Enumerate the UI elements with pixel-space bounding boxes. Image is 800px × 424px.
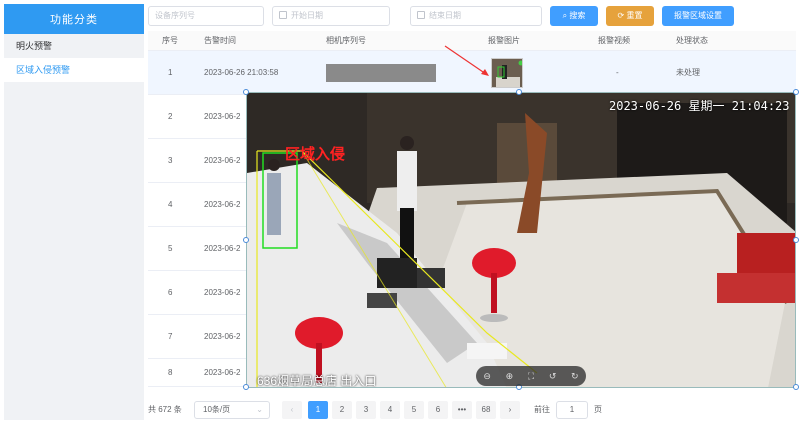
camera-caption: 636烟草局总店 出入口 [257, 374, 377, 388]
page-button[interactable]: 6 [428, 401, 448, 419]
zoom-in-icon[interactable]: ⊕ [506, 371, 514, 382]
resize-handle[interactable] [243, 89, 249, 95]
resize-handle[interactable] [793, 384, 799, 390]
resize-handle[interactable] [243, 384, 249, 390]
page-size-select[interactable]: 10条/页 ⌄ [194, 401, 270, 419]
page-button[interactable]: 1 [308, 401, 328, 419]
resize-handle[interactable] [516, 89, 522, 95]
pagination: 共 672 条 10条/页 ⌄ ‹ 1 2 3 4 5 6 ••• 68 › 前… [148, 401, 798, 421]
page-button[interactable]: 2 [332, 401, 352, 419]
goto-suffix: 页 [594, 405, 602, 414]
page-button[interactable]: 4 [380, 401, 400, 419]
app: 功能分类 明火预警 区域入侵预警 设备序列号 开始日期 结束日期 ⌕ 搜索 ⟳ … [0, 0, 800, 424]
resize-handle[interactable] [793, 237, 799, 243]
intrusion-alert-label: 区域入侵 [285, 146, 346, 163]
page-button[interactable]: 3 [356, 401, 376, 419]
rotate-left-icon[interactable]: ↺ [549, 371, 557, 382]
goto-page-input[interactable]: 1 [556, 401, 588, 419]
next-page-button[interactable]: › [500, 401, 520, 419]
rotate-right-icon[interactable]: ↻ [571, 371, 579, 382]
video-timestamp: 2023-06-26 星期一 21:04:23 [609, 99, 790, 113]
page-button[interactable]: 5 [404, 401, 424, 419]
goto-prefix: 前往 [534, 405, 550, 414]
page-size-value: 10条/页 [203, 405, 231, 414]
surveillance-image [247, 93, 795, 387]
resize-handle[interactable] [243, 237, 249, 243]
zoom-out-icon[interactable]: ⊖ [483, 371, 491, 382]
resize-handle[interactable] [793, 89, 799, 95]
alert-image-preview[interactable]: 2023-06-26 星期一 21:04:23 区域入侵 636烟草局总店 出入… [246, 92, 796, 388]
prev-page-button[interactable]: ‹ [282, 401, 302, 419]
chevron-down-icon: ⌄ [256, 405, 263, 414]
image-viewer-toolbar: ⊖ ⊕ ⛶ ↺ ↻ [476, 366, 586, 386]
fullscreen-icon[interactable]: ⛶ [528, 371, 534, 382]
page-ellipsis[interactable]: ••• [452, 401, 472, 419]
page-button[interactable]: 68 [476, 401, 496, 419]
total-count: 共 672 条 [148, 405, 182, 414]
